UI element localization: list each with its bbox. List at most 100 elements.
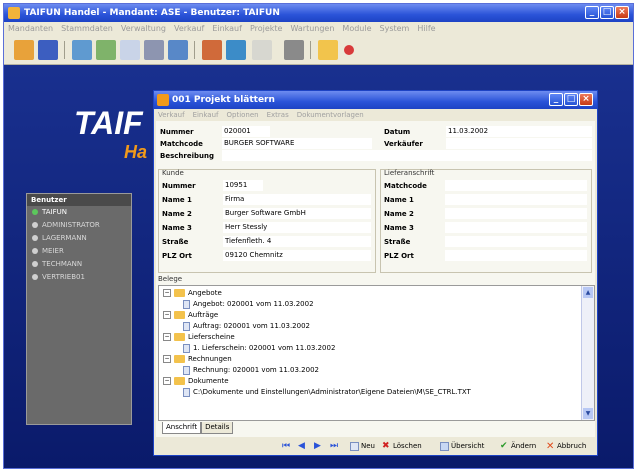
user-status-icon <box>32 274 38 280</box>
box-icon[interactable] <box>168 40 188 60</box>
user-item-techmann[interactable]: TECHMANN <box>27 258 131 271</box>
dialog-menu-verkauf[interactable]: Verkauf <box>154 109 189 121</box>
user-item-meier[interactable]: MEIER <box>27 245 131 258</box>
dialog-menu-optionen[interactable]: Optionen <box>223 109 263 121</box>
app-menubar: Mandanten Stammdaten Verwaltung Verkauf Eink… <box>4 22 633 36</box>
folder-icon <box>174 311 185 319</box>
folder-icon[interactable] <box>14 40 34 60</box>
menu-projekte[interactable]: Projekte <box>246 22 287 36</box>
dialog-menu-extras[interactable]: Extras <box>263 109 293 121</box>
menu-system[interactable]: System <box>376 22 414 36</box>
cancel-button[interactable]: ✕ Abbruch <box>546 440 586 452</box>
folder-plus-icon[interactable] <box>318 40 338 60</box>
archive-icon[interactable] <box>202 40 222 60</box>
menu-verkauf[interactable]: Verkauf <box>170 22 208 36</box>
tab-strip: Anschrift Details <box>162 422 234 434</box>
customer-city-field[interactable]: 09120 Chemnitz <box>223 250 371 261</box>
tree-leaf-dokument[interactable]: C:\Dokumente und Einstellungen\Administr… <box>183 387 581 398</box>
people-icon[interactable] <box>72 40 92 60</box>
collapse-icon[interactable]: − <box>163 289 171 297</box>
tree-node-dokumente[interactable]: − Dokumente <box>163 376 229 387</box>
user-item-lagermann[interactable]: LAGERMANN <box>27 232 131 245</box>
delivery-matchcode-field[interactable] <box>445 180 587 191</box>
date-field[interactable]: 11.03.2002 <box>446 126 592 137</box>
customer-number-field[interactable]: 10951 <box>223 180 263 191</box>
menu-wartungen[interactable]: Wartungen <box>286 22 338 36</box>
app-titlebar[interactable]: TAIFUN Handel - Mandant: ASE - Benutzer:… <box>4 4 633 22</box>
menu-mandanten[interactable]: Mandanten <box>4 22 57 36</box>
previous-record-icon[interactable]: ◀ <box>298 441 308 451</box>
calendar-icon[interactable] <box>226 40 246 60</box>
collapse-icon[interactable]: − <box>163 311 171 319</box>
tree-leaf-lieferschein[interactable]: 1. Lieferschein: 020001 vom 11.03.2002 <box>183 343 335 354</box>
navigation-bar: ⏮ ◀ ▶ ⏭ Neu ✖ Löschen Übersicht ✔ Ändern ✕… <box>156 437 595 455</box>
customer-name1-field[interactable]: Firma <box>223 194 371 205</box>
tab-anschrift[interactable]: Anschrift <box>162 422 202 434</box>
customer-street-field[interactable]: Tiefenfleth. 4 <box>223 236 371 247</box>
delivery-street-label: Straße <box>384 238 411 246</box>
menu-verwaltung[interactable]: Verwaltung <box>117 22 170 36</box>
user-name: LAGERMANN <box>42 234 87 242</box>
first-record-icon[interactable]: ⏮ <box>282 441 292 451</box>
gray-book-icon[interactable] <box>284 40 304 60</box>
scroll-down-icon[interactable]: ▼ <box>583 408 593 419</box>
menu-hilfe[interactable]: Hilfe <box>413 22 439 36</box>
tree-leaf-angebot[interactable]: Angebot: 020001 vom 11.03.2002 <box>183 299 314 310</box>
minimize-icon[interactable]: _ <box>585 6 599 19</box>
salesperson-field[interactable] <box>446 138 592 149</box>
vertical-scrollbar[interactable]: ▲ ▼ <box>581 286 594 420</box>
tab-details[interactable]: Details <box>201 422 234 434</box>
delivery-city-field[interactable] <box>445 250 587 261</box>
dialog-menu-dokumentvorlagen[interactable]: Dokumentvorlagen <box>293 109 368 121</box>
menu-module[interactable]: Module <box>338 22 375 36</box>
user-item-taifun[interactable]: TAIFUN <box>27 206 131 219</box>
book-icon[interactable] <box>38 40 58 60</box>
overview-button[interactable]: Übersicht <box>440 440 484 452</box>
project-number-field[interactable]: 020001 <box>222 126 270 137</box>
user-item-vertrieb01[interactable]: VERTRIEB01 <box>27 271 131 284</box>
customer-name3-field[interactable]: Herr Stessly <box>223 222 371 233</box>
menu-einkauf[interactable]: Einkauf <box>208 22 246 36</box>
edit-button[interactable]: ✔ Ändern <box>500 440 536 452</box>
matchcode-field[interactable]: BURGER SOFTWARE <box>222 138 372 149</box>
tree-node-angebote[interactable]: − Angebote <box>163 288 222 299</box>
document-icon[interactable] <box>120 40 140 60</box>
delivery-name2-field[interactable] <box>445 208 587 219</box>
user-item-administrator[interactable]: ADMINISTRATOR <box>27 219 131 232</box>
new-button[interactable]: Neu <box>350 440 375 452</box>
delivery-name1-field[interactable] <box>445 194 587 205</box>
maximize-icon[interactable]: □ <box>600 6 614 19</box>
car-icon[interactable] <box>144 40 164 60</box>
tree-node-label: Angebote <box>188 289 222 297</box>
delivery-street-field[interactable] <box>445 236 587 247</box>
calendar-edit-icon[interactable] <box>252 40 272 60</box>
close-icon[interactable]: × <box>615 6 629 19</box>
dialog-close-icon[interactable]: × <box>579 93 593 106</box>
dialog-titlebar[interactable]: 001 Projekt blättern _ □ × <box>154 91 597 109</box>
tree-leaf-rechnung[interactable]: Rechnung: 020001 vom 11.03.2002 <box>183 365 319 376</box>
chart-icon[interactable] <box>96 40 116 60</box>
next-record-icon[interactable]: ▶ <box>314 441 324 451</box>
collapse-icon[interactable]: − <box>163 333 171 341</box>
collapse-icon[interactable]: − <box>163 355 171 363</box>
tree-leaf-auftrag[interactable]: Auftrag: 020001 vom 11.03.2002 <box>183 321 310 332</box>
dialog-menu-einkauf[interactable]: Einkauf <box>189 109 223 121</box>
tree-node-rechnungen[interactable]: − Rechnungen <box>163 354 232 365</box>
scroll-up-icon[interactable]: ▲ <box>583 287 593 298</box>
last-record-icon[interactable]: ⏭ <box>330 441 340 451</box>
description-field[interactable] <box>222 150 592 161</box>
collapse-icon[interactable]: − <box>163 377 171 385</box>
delivery-name3-field[interactable] <box>445 222 587 233</box>
delete-button[interactable]: ✖ Löschen <box>382 440 422 452</box>
folder-icon <box>174 377 185 385</box>
dialog-maximize-icon[interactable]: □ <box>564 93 578 106</box>
pin-icon[interactable] <box>344 45 354 55</box>
tree-node-label: Auftrag: 020001 vom 11.03.2002 <box>193 322 311 330</box>
tree-node-lieferscheine[interactable]: − Lieferscheine <box>163 332 235 343</box>
delivery-name1-label: Name 1 <box>384 196 414 204</box>
customer-street-label: Straße <box>162 238 189 246</box>
menu-stammdaten[interactable]: Stammdaten <box>57 22 117 36</box>
customer-name2-field[interactable]: Burger Software GmbH <box>223 208 371 219</box>
dialog-minimize-icon[interactable]: _ <box>549 93 563 106</box>
tree-node-auftraege[interactable]: − Aufträge <box>163 310 218 321</box>
